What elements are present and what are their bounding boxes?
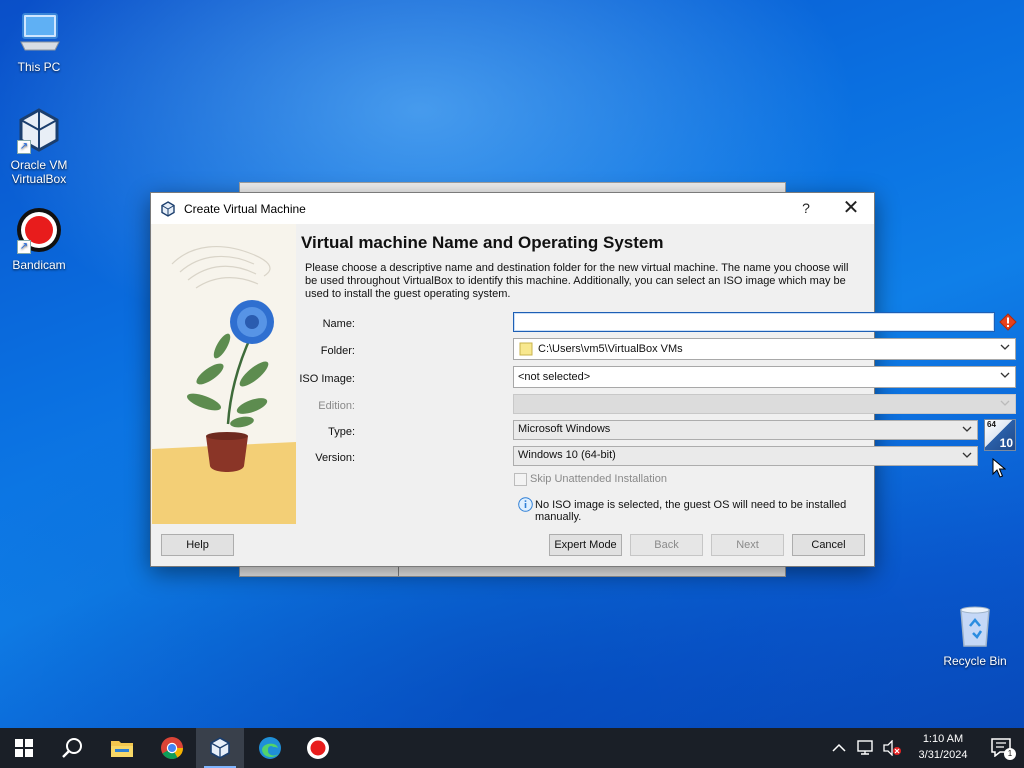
network-icon[interactable] [856, 740, 874, 756]
type-value: Microsoft Windows [518, 423, 611, 435]
iso-label: ISO Image: [299, 373, 355, 385]
iso-select[interactable]: <not selected> [513, 366, 1016, 388]
desktop-icon-virtualbox[interactable]: ↗ Oracle VM VirtualBox [0, 106, 78, 186]
version-value: Windows 10 (64-bit) [518, 449, 616, 461]
expert-mode-button[interactable]: Expert Mode [549, 534, 622, 556]
folder-value: C:\Users\vm5\VirtualBox VMs [538, 343, 683, 355]
volume-muted-icon[interactable] [882, 740, 902, 756]
desktop-icon-label: Recycle Bin [943, 654, 1007, 668]
notification-center-button[interactable]: 1 [990, 737, 1016, 760]
version-select[interactable]: Windows 10 (64-bit) [513, 446, 978, 466]
dialog-titlebar[interactable]: Create Virtual Machine ? ✕ [151, 193, 874, 224]
bandicam-icon [307, 737, 329, 759]
next-button[interactable]: Next [711, 534, 784, 556]
edition-label: Edition: [318, 400, 355, 412]
wizard-illustration [152, 224, 296, 526]
chrome-icon [161, 737, 183, 759]
mouse-cursor-icon [992, 458, 1006, 478]
file-explorer-icon [111, 741, 133, 757]
desktop-icon-recycle-bin[interactable]: Recycle Bin [936, 602, 1014, 668]
name-field[interactable] [513, 312, 995, 332]
taskbar-file-explorer[interactable] [98, 728, 146, 768]
edition-select [513, 394, 1016, 414]
notification-badge: 1 [1004, 748, 1016, 760]
clock-date: 3/31/2024 [918, 749, 968, 761]
virtualbox-icon: ↗ [15, 106, 63, 154]
chevron-down-icon [1000, 400, 1010, 406]
page-description: Please choose a descriptive name and des… [305, 262, 849, 300]
bandicam-icon: ↗ [15, 206, 63, 254]
create-vm-dialog: Create Virtual Machine ? ✕ Virtual machi… [150, 192, 1017, 567]
dialog-title: Create Virtual Machine [184, 201, 306, 216]
version-label: Version: [315, 452, 355, 464]
taskbar-virtualbox[interactable] [196, 728, 244, 768]
folder-select[interactable]: C:\Users\vm5\VirtualBox VMs [513, 338, 1016, 360]
start-icon [15, 739, 33, 757]
button-bar: Help Expert Mode Back Next Cancel [151, 524, 874, 566]
chevron-down-icon [962, 426, 972, 432]
os-type-icon: 64 10 [984, 419, 1016, 451]
os-bits: 64 [987, 420, 996, 429]
chevron-down-icon [1000, 372, 1010, 378]
info-message: No ISO image is selected, the guest OS w… [535, 499, 847, 523]
info-icon [518, 497, 533, 512]
search-icon [62, 738, 82, 758]
virtualbox-icon [210, 737, 230, 759]
desktop-icon-label: Oracle VM VirtualBox [10, 158, 68, 186]
folder-icon [519, 342, 533, 356]
iso-value: <not selected> [518, 371, 591, 383]
recycle-bin-icon [951, 602, 999, 650]
cancel-button[interactable]: Cancel [792, 534, 865, 556]
taskbar-edge[interactable] [246, 728, 294, 768]
folder-label: Folder: [320, 345, 355, 357]
type-select[interactable]: Microsoft Windows [513, 420, 978, 440]
virtualbox-icon [161, 200, 175, 217]
taskbar-clock[interactable]: 1:10 AM 3/31/2024 [908, 731, 978, 763]
help-button[interactable]: Help [161, 534, 234, 556]
back-button[interactable]: Back [630, 534, 703, 556]
skip-unattended-label: Skip Unattended Installation [530, 473, 667, 485]
search-button[interactable] [48, 728, 96, 768]
page-title: Virtual machine Name and Operating Syste… [301, 233, 664, 252]
name-label: Name: [322, 318, 355, 330]
type-label: Type: [328, 426, 355, 438]
taskbar-chrome[interactable] [148, 728, 196, 768]
divider [398, 566, 399, 576]
chevron-up-icon[interactable] [832, 743, 846, 753]
clock-time: 1:10 AM [922, 733, 964, 745]
this-pc-icon [15, 8, 63, 56]
chevron-down-icon [1000, 344, 1010, 350]
close-button[interactable]: ✕ [840, 197, 862, 219]
desktop-icon-label: Bandicam [12, 258, 66, 272]
skip-unattended-checkbox[interactable] [514, 473, 527, 486]
start-button[interactable] [0, 728, 48, 768]
desktop-icon-label: This PC [17, 60, 61, 74]
chevron-down-icon [962, 452, 972, 458]
taskbar: 1:10 AM 3/31/2024 1 [0, 728, 1024, 768]
desktop-icon-this-pc[interactable]: This PC [0, 8, 78, 74]
edge-icon [259, 737, 281, 759]
shortcut-arrow-icon: ↗ [17, 240, 31, 254]
system-tray [832, 728, 902, 768]
desktop-icon-bandicam[interactable]: ↗ Bandicam [0, 206, 78, 272]
error-icon [999, 313, 1017, 331]
os-version-badge: 10 [999, 436, 1013, 450]
shortcut-arrow-icon: ↗ [17, 140, 31, 154]
taskbar-bandicam[interactable] [294, 728, 342, 768]
help-title-button[interactable]: ? [796, 200, 816, 216]
